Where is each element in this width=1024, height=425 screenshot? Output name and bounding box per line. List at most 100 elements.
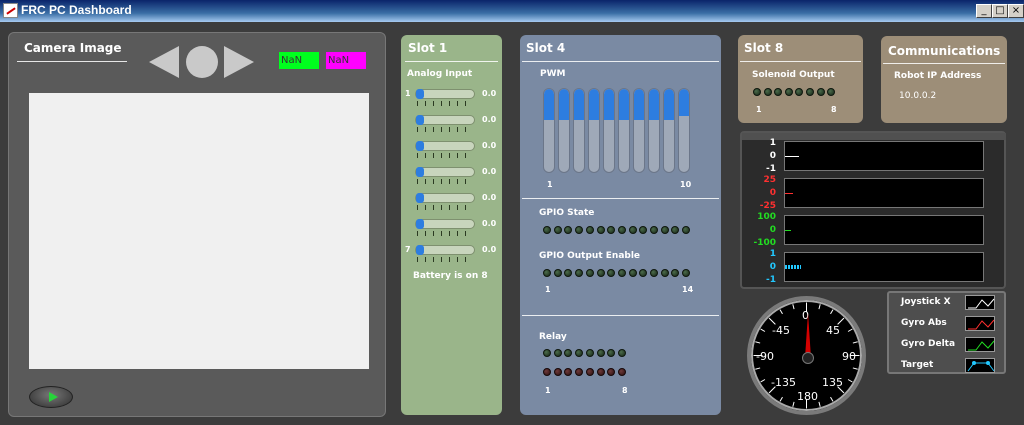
slot1-title-rule	[405, 61, 498, 62]
robot-ip-value: 10.0.0.2	[899, 91, 937, 101]
gauge-tick	[792, 401, 795, 407]
analog-value: 0.0	[482, 219, 497, 228]
gauge-tick	[852, 367, 858, 370]
solenoid-led	[784, 88, 793, 96]
analog-slider-knob[interactable]	[416, 141, 424, 151]
analog-slider[interactable]	[415, 115, 475, 125]
relay-reverse-led	[553, 368, 562, 376]
analog-slider[interactable]	[415, 245, 475, 255]
gauge-tick	[760, 379, 766, 383]
slot8-title: Slot 8	[744, 41, 784, 55]
chart4-bottom-label: -1	[766, 275, 776, 285]
analog-input-row: 0.0	[405, 193, 500, 217]
pwm-first-label: 1	[547, 180, 553, 189]
pwm-bar[interactable]	[573, 88, 585, 173]
pwm-bar-fill	[619, 89, 629, 120]
gpio-state-label: GPIO State	[539, 208, 595, 218]
analog-slider[interactable]	[415, 89, 475, 99]
communications-panel: Communications Robot IP Address 10.0.0.2	[881, 36, 1007, 123]
analog-scale-ticks	[417, 153, 473, 158]
gpio-state-led	[617, 226, 626, 234]
relay-led	[607, 349, 616, 357]
circle-icon[interactable]	[186, 46, 218, 78]
pwm-bar[interactable]	[678, 88, 690, 173]
analog-slider-knob[interactable]	[416, 219, 424, 229]
app-icon	[3, 3, 18, 18]
solenoid-led	[816, 88, 825, 96]
gpio-state-led	[607, 226, 616, 234]
analog-slider[interactable]	[415, 193, 475, 203]
pwm-bar[interactable]	[663, 88, 675, 173]
close-button[interactable]: ×	[1008, 4, 1024, 18]
relay-last-label: 8	[622, 386, 628, 395]
analog-slider-knob[interactable]	[416, 89, 424, 99]
pwm-bar[interactable]	[543, 88, 555, 173]
analog-slider[interactable]	[415, 167, 475, 177]
analog-value: 0.0	[482, 245, 497, 254]
relay-reverse-led	[585, 368, 594, 376]
gpio-state-led	[650, 226, 658, 234]
window-title: FRC PC Dashboard	[21, 3, 132, 17]
gauge-label-minus135: -135	[771, 376, 796, 389]
left-arrow-icon[interactable]	[149, 46, 179, 78]
chart4-trace	[785, 265, 801, 269]
pwm-bar[interactable]	[648, 88, 660, 173]
relay-led	[575, 349, 584, 357]
analog-slider-knob[interactable]	[416, 193, 424, 203]
relay-led	[564, 349, 573, 357]
gpio-output-led	[682, 269, 691, 277]
analog-slider-knob[interactable]	[416, 167, 424, 177]
relay-reverse-led	[607, 368, 616, 376]
legend-swatch-joystick-x	[965, 295, 995, 310]
legend-swatch-target	[965, 358, 995, 373]
play-icon[interactable]	[29, 386, 73, 408]
pwm-bar[interactable]	[558, 88, 570, 173]
gauge-tick	[755, 341, 761, 344]
analog-scale-ticks	[417, 101, 473, 106]
pwm-bar[interactable]	[603, 88, 615, 173]
legend-label-gyro-delta: Gyro Delta	[901, 339, 956, 349]
strip-charts: 1 0 -1 25 0 -25 100 0 -100 1 0 -1	[740, 131, 1006, 289]
gpio-state-led	[543, 226, 551, 234]
pwm-bar-fill	[634, 89, 644, 120]
minimize-button[interactable]: _	[976, 4, 992, 18]
gpio-state-led	[660, 226, 669, 234]
gpio-output-led	[617, 269, 626, 277]
gauge-label-minus45: -45	[772, 324, 790, 337]
legend-label-target: Target	[901, 360, 934, 370]
chart1-trace	[785, 156, 799, 157]
chart2-bottom-label: -25	[759, 201, 776, 211]
gpio-state-led	[628, 226, 637, 234]
gauge-tick	[847, 328, 853, 332]
gauge-label-180: 180	[797, 390, 818, 403]
pwm-bar[interactable]	[588, 88, 600, 173]
gauge-tick	[818, 304, 821, 310]
analog-slider-knob[interactable]	[416, 115, 424, 125]
chart3-top-label: 100	[757, 212, 776, 222]
analog-value: 0.0	[482, 115, 497, 124]
analog-last-index: 7	[405, 245, 411, 254]
gpio-output-led	[628, 269, 637, 277]
analog-slider-knob[interactable]	[416, 245, 424, 255]
right-arrow-icon[interactable]	[224, 46, 254, 78]
relay-first-label: 1	[545, 386, 551, 395]
pwm-bar[interactable]	[618, 88, 630, 173]
gyro-gauge: 0 45 -45 90 -90 135 -135 180	[747, 296, 866, 415]
gpio-output-led	[543, 269, 551, 277]
pwm-bar-fill	[679, 89, 689, 117]
gauge-tick	[830, 309, 834, 315]
analog-slider[interactable]	[415, 219, 475, 229]
analog-input-label: Analog Input	[407, 69, 473, 79]
gpio-output-led	[607, 269, 616, 277]
gpio-first-label: 1	[545, 285, 551, 294]
solenoid-last-label: 8	[831, 105, 837, 114]
communications-title: Communications	[888, 44, 1001, 58]
relay-led	[543, 349, 551, 357]
analog-slider[interactable]	[415, 141, 475, 151]
chart4-top-label: 1	[769, 249, 776, 259]
slot1-panel: Slot 1 Analog Input 1 0.0 0.0 0.0 0.0 0.0 0.0 7…	[401, 35, 502, 415]
pwm-bar-fill	[559, 89, 569, 120]
relay-led	[617, 349, 626, 357]
pwm-bar[interactable]	[633, 88, 645, 173]
maximize-button[interactable]: □	[992, 4, 1008, 18]
